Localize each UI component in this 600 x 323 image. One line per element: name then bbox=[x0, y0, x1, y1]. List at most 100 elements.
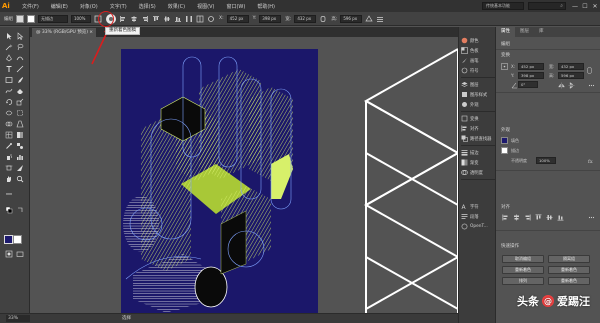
rotate-tool-icon[interactable] bbox=[4, 97, 13, 106]
align-center-icon[interactable] bbox=[130, 15, 138, 23]
tab-libraries[interactable]: 库 bbox=[534, 27, 549, 37]
stroke-profile-field[interactable]: 无描边 bbox=[38, 14, 68, 23]
more-options-icon[interactable] bbox=[588, 82, 595, 89]
dock-item-swatches[interactable]: 色板 bbox=[461, 46, 495, 55]
dock-item-symbols[interactable]: 符号 bbox=[461, 66, 495, 75]
dock-item-brushes[interactable]: 画笔 bbox=[461, 56, 495, 65]
fill-swatch-control[interactable] bbox=[16, 14, 24, 23]
paintbrush-tool-icon[interactable] bbox=[15, 75, 24, 84]
menu-effect[interactable]: 效果(C) bbox=[168, 3, 185, 10]
transform-icon[interactable] bbox=[207, 15, 215, 23]
rectangle-tool-icon[interactable] bbox=[4, 75, 13, 84]
workspace-switcher[interactable]: 传统基本功能 bbox=[482, 2, 524, 10]
align-more-icon[interactable] bbox=[588, 214, 595, 221]
menu-icon[interactable] bbox=[376, 15, 384, 23]
dock-item-color[interactable]: 颜色 bbox=[461, 36, 495, 45]
reference-point-icon[interactable] bbox=[501, 63, 508, 70]
appearance-stroke-swatch[interactable] bbox=[501, 147, 508, 154]
menu-help[interactable]: 帮助(H) bbox=[257, 3, 275, 10]
recolor-button-1[interactable]: 重新着色 bbox=[502, 266, 544, 274]
w-field[interactable]: 432 px bbox=[294, 14, 317, 23]
arrange-button[interactable]: 排列 bbox=[502, 277, 544, 285]
eraser-tool-icon[interactable] bbox=[15, 86, 24, 95]
draw-mode-icon[interactable] bbox=[4, 249, 13, 258]
dock-item-stroke[interactable]: 描边 bbox=[461, 148, 495, 157]
edit-toolbar-icon[interactable] bbox=[4, 189, 13, 198]
selection-tool-icon[interactable] bbox=[4, 31, 13, 40]
symbol-sprayer-tool-icon[interactable] bbox=[4, 152, 13, 161]
swap-colors-icon[interactable] bbox=[15, 205, 24, 214]
dock-item-paragraph[interactable]: 段落 bbox=[461, 212, 495, 221]
grid-icon[interactable] bbox=[196, 15, 204, 23]
align-bottom-icon[interactable] bbox=[174, 15, 182, 23]
recolor-button-2[interactable]: 重新着色 bbox=[548, 266, 590, 274]
dock-item-appearance[interactable]: 外观 bbox=[461, 100, 495, 109]
transform-y-field[interactable]: 398 px bbox=[518, 72, 544, 79]
panel-align-top-icon[interactable] bbox=[535, 214, 542, 221]
direct-selection-tool-icon[interactable] bbox=[15, 31, 24, 40]
tab-properties[interactable]: 属性 bbox=[496, 27, 515, 37]
rotate-angle-field[interactable]: 0° bbox=[518, 81, 538, 88]
magic-wand-tool-icon[interactable] bbox=[4, 42, 13, 51]
align-top-icon[interactable] bbox=[152, 15, 160, 23]
dock-item-transparency[interactable]: 透明度 bbox=[461, 168, 495, 177]
transform-x-field[interactable]: 452 px bbox=[518, 63, 544, 70]
fill-color-swatch[interactable] bbox=[4, 235, 13, 244]
dock-item-gradient[interactable]: 渐变 bbox=[461, 158, 495, 167]
close-button[interactable]: ✕ bbox=[590, 3, 600, 10]
stroke-swatch-control[interactable] bbox=[27, 14, 35, 23]
transform-h-field[interactable]: 596 px bbox=[558, 72, 584, 79]
menu-object[interactable]: 对象(O) bbox=[80, 3, 98, 10]
width-tool-icon[interactable] bbox=[4, 108, 13, 117]
dock-item-align[interactable]: 对齐 bbox=[461, 124, 495, 133]
minimize-button[interactable]: — bbox=[570, 3, 580, 10]
x-field[interactable]: 452 px bbox=[226, 14, 249, 23]
menu-file[interactable]: 文件(F) bbox=[22, 3, 39, 10]
panel-align-bottom-icon[interactable] bbox=[557, 214, 564, 221]
zoom-level[interactable]: 33% bbox=[6, 315, 30, 322]
lasso-tool-icon[interactable] bbox=[15, 42, 24, 51]
panel-align-middle-icon[interactable] bbox=[546, 214, 553, 221]
dock-item-character[interactable]: A 字符 bbox=[461, 202, 495, 211]
transform-options-icon[interactable] bbox=[365, 14, 373, 23]
hand-tool-icon[interactable] bbox=[4, 174, 13, 183]
appearance-fill-swatch[interactable] bbox=[501, 137, 508, 144]
flip-vertical-icon[interactable] bbox=[568, 82, 575, 89]
opacity-value-field[interactable]: 100% bbox=[536, 157, 556, 164]
panel-align-right-icon[interactable] bbox=[524, 214, 531, 221]
menu-window[interactable]: 窗口(W) bbox=[226, 3, 245, 10]
maximize-button[interactable]: ☐ bbox=[580, 3, 590, 10]
dock-item-opentype[interactable]: OpenT... bbox=[461, 222, 495, 231]
align-left-icon[interactable] bbox=[119, 15, 127, 23]
shaper-tool-icon[interactable] bbox=[4, 86, 13, 95]
tab-layers[interactable]: 图层 bbox=[515, 27, 534, 37]
shape-builder-tool-icon[interactable] bbox=[4, 119, 13, 128]
isolate-group-button[interactable]: 隔离组 bbox=[548, 255, 590, 263]
blend-tool-icon[interactable] bbox=[15, 141, 24, 150]
dock-item-graphic-styles[interactable]: 图形样式 bbox=[461, 90, 495, 99]
panel-align-left-icon[interactable] bbox=[502, 214, 509, 221]
panel-align-center-icon[interactable] bbox=[513, 214, 520, 221]
search-input[interactable]: ⌕ bbox=[528, 2, 566, 10]
link-icon[interactable] bbox=[319, 15, 327, 23]
stroke-color-swatch[interactable] bbox=[13, 235, 22, 244]
fx-icon[interactable]: fx bbox=[588, 157, 595, 165]
constrain-proportions-icon[interactable] bbox=[586, 67, 593, 74]
type-tool-icon[interactable] bbox=[4, 64, 13, 73]
ungroup-button[interactable]: 取消编组 bbox=[502, 255, 544, 263]
menu-edit[interactable]: 编辑(E) bbox=[51, 3, 68, 10]
menu-type[interactable]: 文字(T) bbox=[110, 3, 127, 10]
h-field[interactable]: 596 px bbox=[340, 14, 363, 23]
y-field[interactable]: 398 px bbox=[259, 14, 282, 23]
pen-tool-icon[interactable] bbox=[4, 53, 13, 62]
mesh-tool-icon[interactable] bbox=[4, 130, 13, 139]
document-tab[interactable]: @ 33% (RGB/GPU 预览) × bbox=[32, 28, 96, 37]
line-tool-icon[interactable] bbox=[15, 64, 24, 73]
slice-tool-icon[interactable] bbox=[15, 163, 24, 172]
dock-item-pathfinder[interactable]: 路径查找器 bbox=[461, 134, 495, 143]
align-right-icon[interactable] bbox=[141, 15, 149, 23]
curvature-tool-icon[interactable] bbox=[15, 53, 24, 62]
menu-select[interactable]: 选择(S) bbox=[139, 3, 156, 10]
perspective-grid-tool-icon[interactable] bbox=[15, 119, 24, 128]
dock-item-transform[interactable]: 变换 bbox=[461, 114, 495, 123]
